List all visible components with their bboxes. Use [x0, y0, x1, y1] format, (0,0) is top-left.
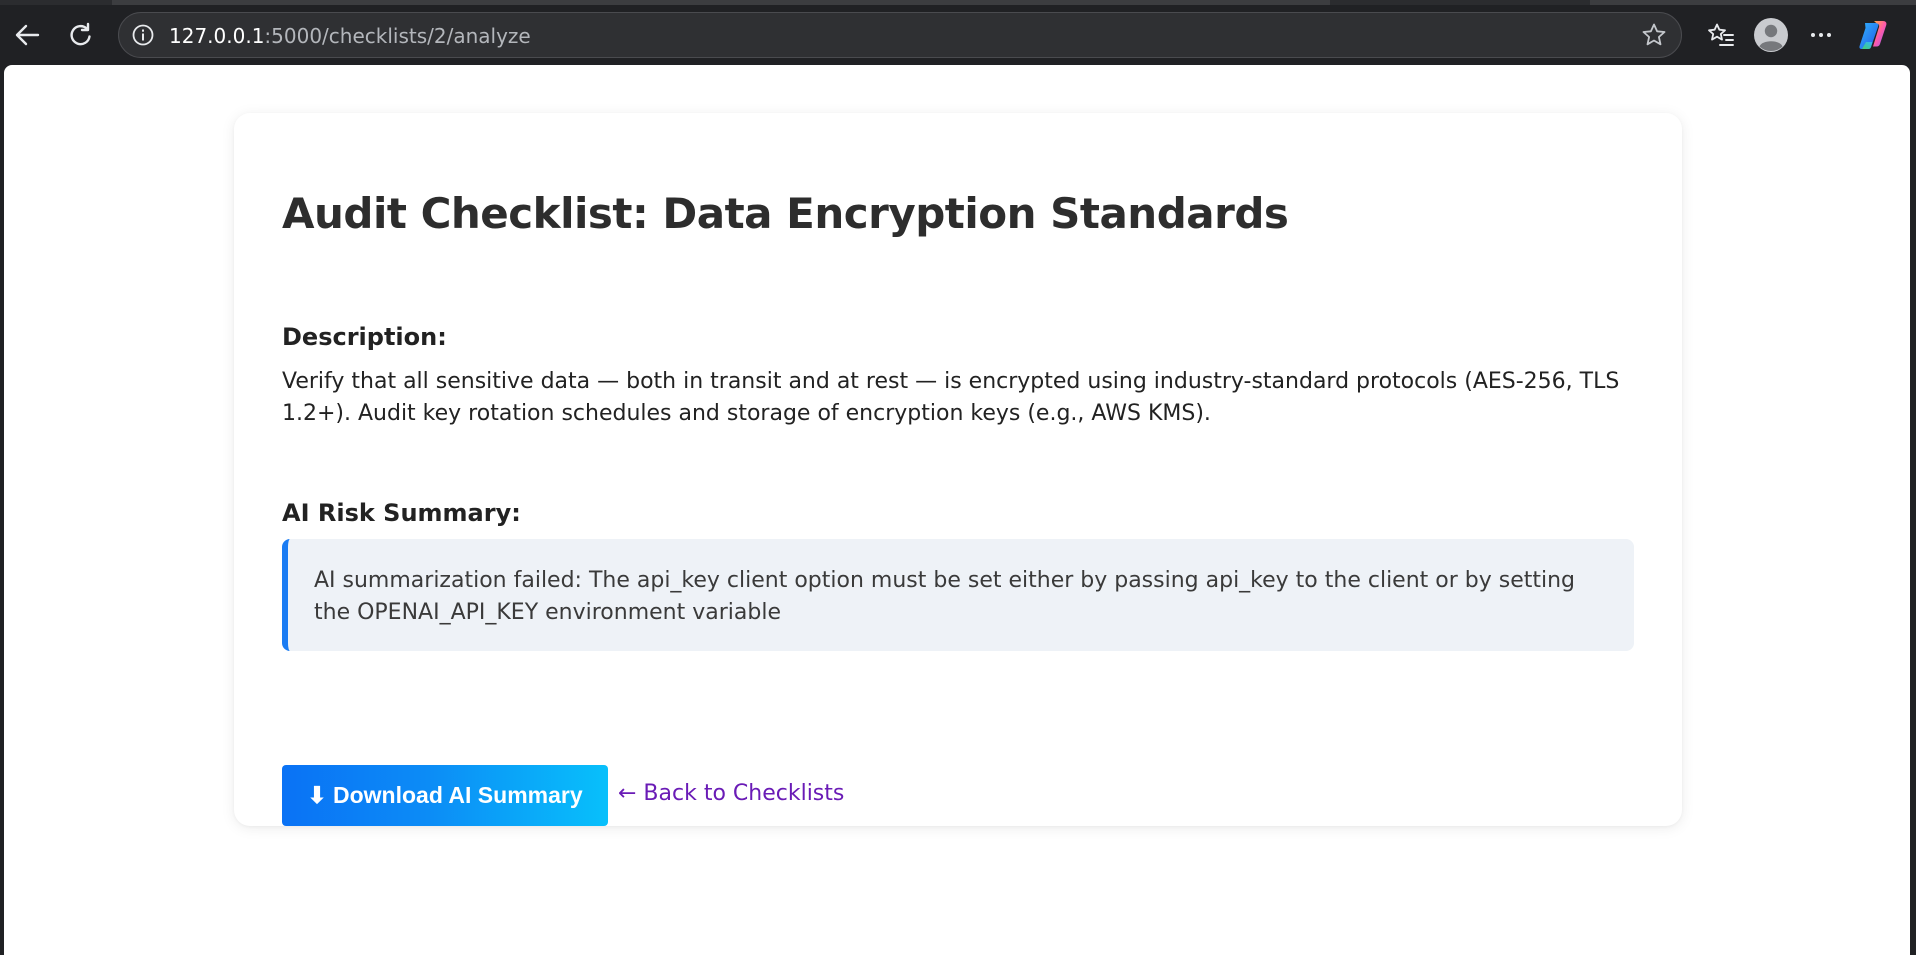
tab-strip-edge [0, 0, 1916, 5]
description-text: Verify that all sensitive data — both in… [282, 369, 1620, 426]
copilot-icon [1856, 18, 1890, 52]
reload-icon [67, 21, 95, 49]
browser-toolbar: 127.0.0.1:5000/checklists/2/analyze [0, 0, 1916, 64]
page-viewport: Audit Checklist: Data Encryption Standar… [4, 65, 1910, 955]
risk-summary-text: AI summarization failed: The api_key cli… [314, 568, 1576, 625]
address-bar[interactable]: 127.0.0.1:5000/checklists/2/analyze [118, 12, 1682, 58]
url-text[interactable]: 127.0.0.1:5000/checklists/2/analyze [169, 24, 531, 48]
download-summary-button[interactable]: ⬇ Download AI Summary [282, 765, 608, 826]
star-icon[interactable] [1641, 22, 1667, 48]
copilot-button[interactable] [1852, 14, 1894, 56]
url-host: 127.0.0.1 [169, 24, 265, 48]
inactive-tab-edge[interactable] [1590, 0, 1916, 5]
profile-button[interactable] [1750, 14, 1792, 56]
description-heading: Description: [282, 323, 447, 351]
risk-summary-box: AI summarization failed: The api_key cli… [282, 539, 1634, 651]
back-arrow-icon [13, 21, 41, 49]
checklist-card: Audit Checklist: Data Encryption Standar… [234, 113, 1682, 826]
profile-avatar-icon [1753, 17, 1789, 53]
active-tab-edge[interactable] [112, 0, 1330, 5]
risk-summary-heading: AI Risk Summary: [282, 499, 521, 527]
more-menu-button[interactable] [1800, 14, 1842, 56]
page-title: Audit Checklist: Data Encryption Standar… [282, 189, 1289, 238]
favorites-button[interactable] [1700, 14, 1742, 56]
back-to-checklists-link[interactable]: ← Back to Checklists [618, 778, 844, 810]
reload-button[interactable] [60, 14, 102, 56]
favorites-icon [1707, 21, 1735, 49]
info-icon[interactable] [131, 23, 155, 47]
url-path: :5000/checklists/2/analyze [264, 24, 531, 48]
back-button[interactable] [6, 14, 48, 56]
more-menu-icon [1808, 22, 1834, 48]
